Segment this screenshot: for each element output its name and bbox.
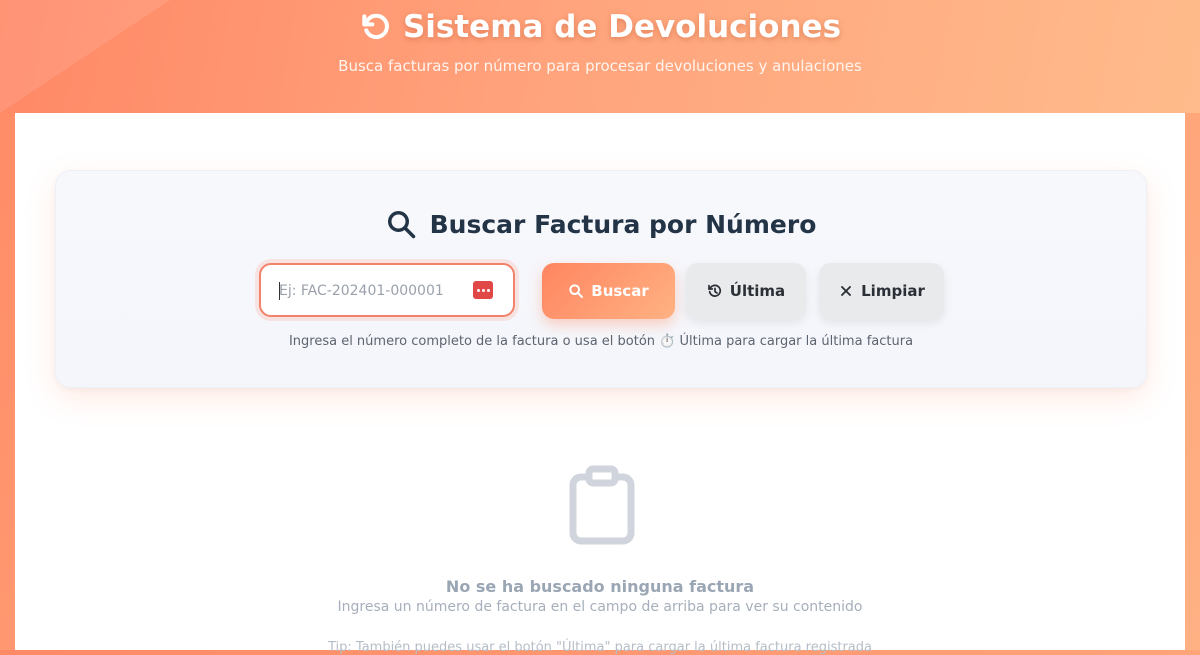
close-icon — [841, 286, 852, 296]
search-card-title-row: Buscar Factura por Número — [56, 209, 1146, 239]
clipboard-icon — [569, 465, 635, 545]
page-title-row: Sistema de Devoluciones — [0, 9, 1200, 45]
search-icon — [387, 211, 415, 239]
search-card: Buscar Factura por Número Buscar Última — [55, 170, 1147, 388]
main-content: Buscar Factura por Número Buscar Última — [15, 113, 1185, 655]
app-header: Sistema de Devoluciones Busca facturas p… — [0, 0, 1200, 113]
search-card-title: Buscar Factura por Número — [429, 209, 817, 239]
search-button[interactable]: Buscar — [542, 263, 675, 319]
page-title: Sistema de Devoluciones — [402, 9, 842, 45]
empty-state-subtitle: Ingresa un número de factura en el campo… — [337, 599, 863, 615]
search-icon — [569, 284, 584, 298]
password-manager-icon[interactable] — [473, 281, 493, 299]
undo-icon — [362, 13, 389, 40]
invoice-number-input[interactable] — [277, 265, 471, 317]
search-button-label: Buscar — [591, 282, 649, 300]
invoice-number-field[interactable] — [259, 263, 515, 317]
history-icon — [707, 284, 721, 297]
page-subtitle: Busca facturas por número para procesar … — [338, 57, 862, 75]
search-hint: Ingresa el número completo de la factura… — [288, 334, 914, 349]
clear-button[interactable]: Limpiar — [819, 263, 944, 319]
last-invoice-button-label: Última — [729, 282, 786, 300]
empty-state-tip: Tip: También puedes usar el botón "Últim… — [327, 640, 872, 655]
empty-state-title: No se ha buscado ninguna factura — [445, 577, 755, 596]
clear-button-label: Limpiar — [861, 282, 925, 300]
last-invoice-button[interactable]: Última — [686, 263, 806, 319]
